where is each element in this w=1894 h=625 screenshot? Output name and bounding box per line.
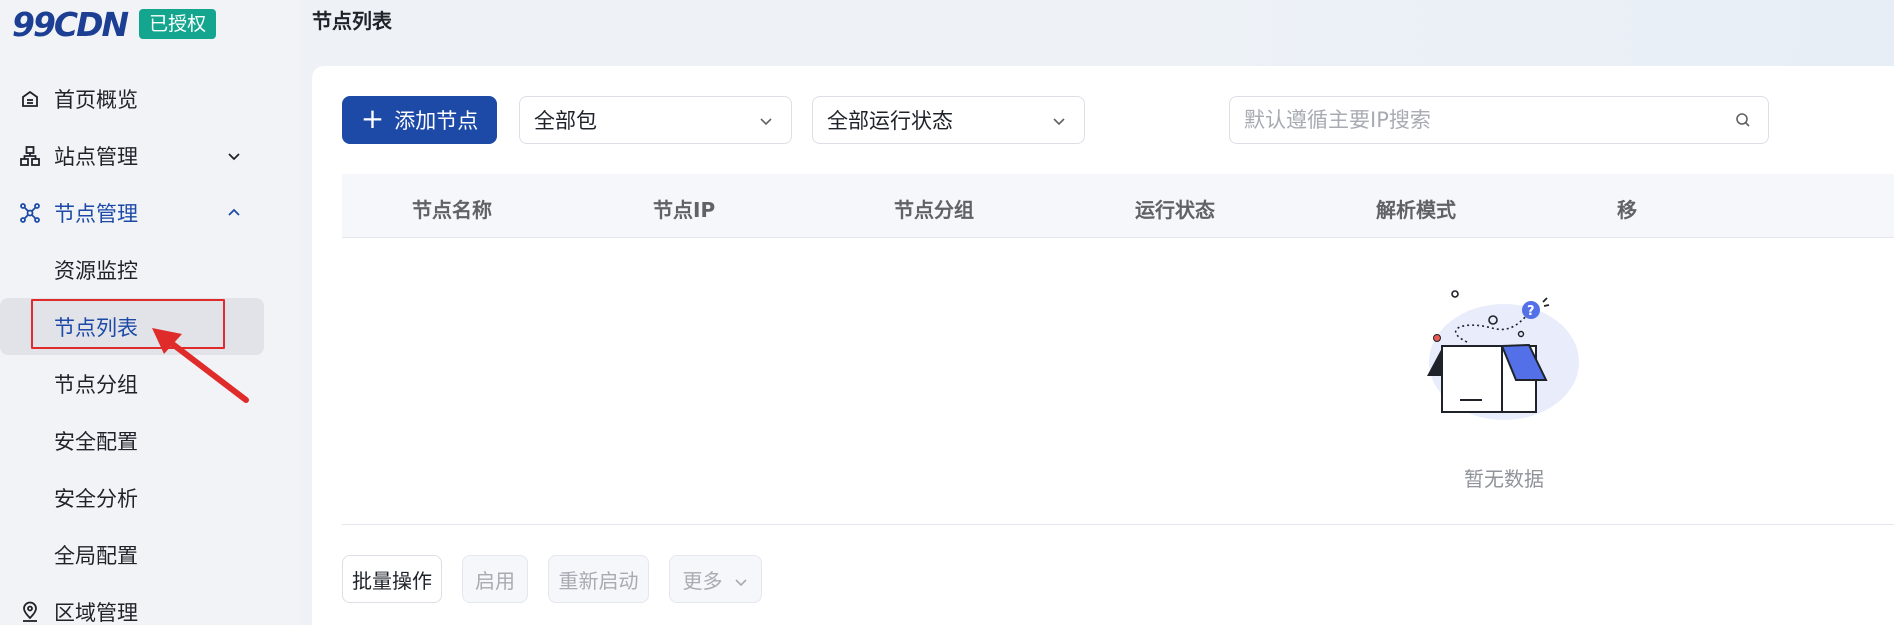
column-header-node-group: 节点分组 bbox=[894, 198, 974, 222]
plus-icon: + bbox=[360, 102, 385, 135]
logo-text: 99CDN bbox=[12, 4, 129, 44]
sidebar-menu: 首页概览 站点管理 节点管理 资源监控 节点列表 节点分组 安全配置 安全分析 … bbox=[0, 70, 300, 625]
sidebar-item-label: 节点列表 bbox=[54, 315, 138, 340]
enable-button[interactable]: 启用 bbox=[462, 555, 528, 603]
column-header-run-status: 运行状态 bbox=[1135, 198, 1215, 222]
column-header-node-name: 节点名称 bbox=[412, 198, 492, 222]
sidebar-item-home[interactable]: 首页概览 bbox=[0, 70, 300, 127]
chevron-down-icon bbox=[757, 111, 775, 129]
logo: 99CDN 已授权 bbox=[12, 4, 217, 44]
page-title: 节点列表 bbox=[312, 9, 392, 33]
sidebar-item-security-analysis[interactable]: 安全分析 bbox=[0, 469, 300, 526]
license-badge: 已授权 bbox=[139, 9, 217, 39]
sidebar-item-label: 安全配置 bbox=[54, 429, 138, 454]
sidebar-item-node-list[interactable]: 节点列表 bbox=[0, 298, 264, 355]
node-network-icon bbox=[18, 201, 42, 225]
restart-button[interactable]: 重新启动 bbox=[548, 555, 649, 603]
column-header-resolve-mode: 解析模式 bbox=[1376, 198, 1456, 222]
site-tree-icon bbox=[18, 144, 42, 168]
more-button[interactable]: 更多 bbox=[669, 555, 762, 603]
sidebar-item-label: 区域管理 bbox=[54, 600, 138, 625]
sidebar-item-label: 站点管理 bbox=[54, 144, 138, 169]
search-box bbox=[1229, 96, 1769, 144]
chevron-down-icon bbox=[1050, 111, 1068, 129]
sidebar: 99CDN 已授权 首页概览 站点管理 节点管理 资源监控 节点列表 节点分组 … bbox=[0, 0, 300, 625]
sidebar-item-nodes[interactable]: 节点管理 bbox=[0, 184, 300, 241]
column-header-truncated: 移 bbox=[1617, 198, 1637, 222]
sidebar-item-sites[interactable]: 站点管理 bbox=[0, 127, 300, 184]
sidebar-item-label: 全局配置 bbox=[54, 543, 138, 568]
home-icon bbox=[18, 87, 42, 111]
sidebar-item-label: 首页概览 bbox=[54, 87, 138, 112]
add-node-label: 添加节点 bbox=[394, 109, 479, 133]
status-select[interactable]: 全部运行状态 bbox=[812, 96, 1085, 144]
enable-label: 启用 bbox=[475, 568, 515, 593]
sidebar-item-label: 资源监控 bbox=[54, 258, 138, 283]
empty-state-text: 暂无数据 bbox=[1464, 467, 1544, 491]
sidebar-item-resource-monitor[interactable]: 资源监控 bbox=[0, 241, 300, 298]
search-input[interactable] bbox=[1244, 97, 1724, 143]
package-select[interactable]: 全部包 bbox=[519, 96, 792, 144]
chevron-up-icon bbox=[224, 203, 244, 223]
chevron-down-icon bbox=[224, 146, 244, 166]
batch-operation-button[interactable]: 批量操作 bbox=[342, 555, 442, 603]
empty-box-icon: ? bbox=[1427, 290, 1579, 420]
table-header: 节点名称 节点IP 节点分组 运行状态 解析模式 移 bbox=[342, 174, 1894, 238]
svg-text:?: ? bbox=[1527, 304, 1535, 319]
sidebar-item-label: 节点分组 bbox=[54, 372, 138, 397]
status-select-value: 全部运行状态 bbox=[827, 109, 953, 133]
restart-label: 重新启动 bbox=[558, 568, 639, 593]
sidebar-item-node-group[interactable]: 节点分组 bbox=[0, 355, 300, 412]
main-card: + 添加节点 全部包 全部运行状态 节点名称 节点IP 节点分组 运行状态 解析… bbox=[312, 66, 1894, 625]
search-icon[interactable] bbox=[1734, 111, 1752, 129]
chevron-down-icon bbox=[733, 571, 749, 587]
package-select-value: 全部包 bbox=[534, 109, 597, 133]
batch-operation-label: 批量操作 bbox=[352, 568, 432, 593]
sidebar-item-label: 节点管理 bbox=[54, 201, 138, 226]
sidebar-item-label: 安全分析 bbox=[54, 486, 138, 511]
sidebar-item-security-config[interactable]: 安全配置 bbox=[0, 412, 300, 469]
table-body: ? 暂无数据 bbox=[342, 238, 1894, 525]
sidebar-item-region[interactable]: 区域管理 bbox=[0, 583, 300, 625]
add-node-button[interactable]: + 添加节点 bbox=[342, 96, 497, 144]
more-label: 更多 bbox=[682, 568, 723, 593]
sidebar-item-global-config[interactable]: 全局配置 bbox=[0, 526, 300, 583]
location-icon bbox=[18, 600, 42, 624]
column-header-node-ip: 节点IP bbox=[653, 198, 716, 222]
